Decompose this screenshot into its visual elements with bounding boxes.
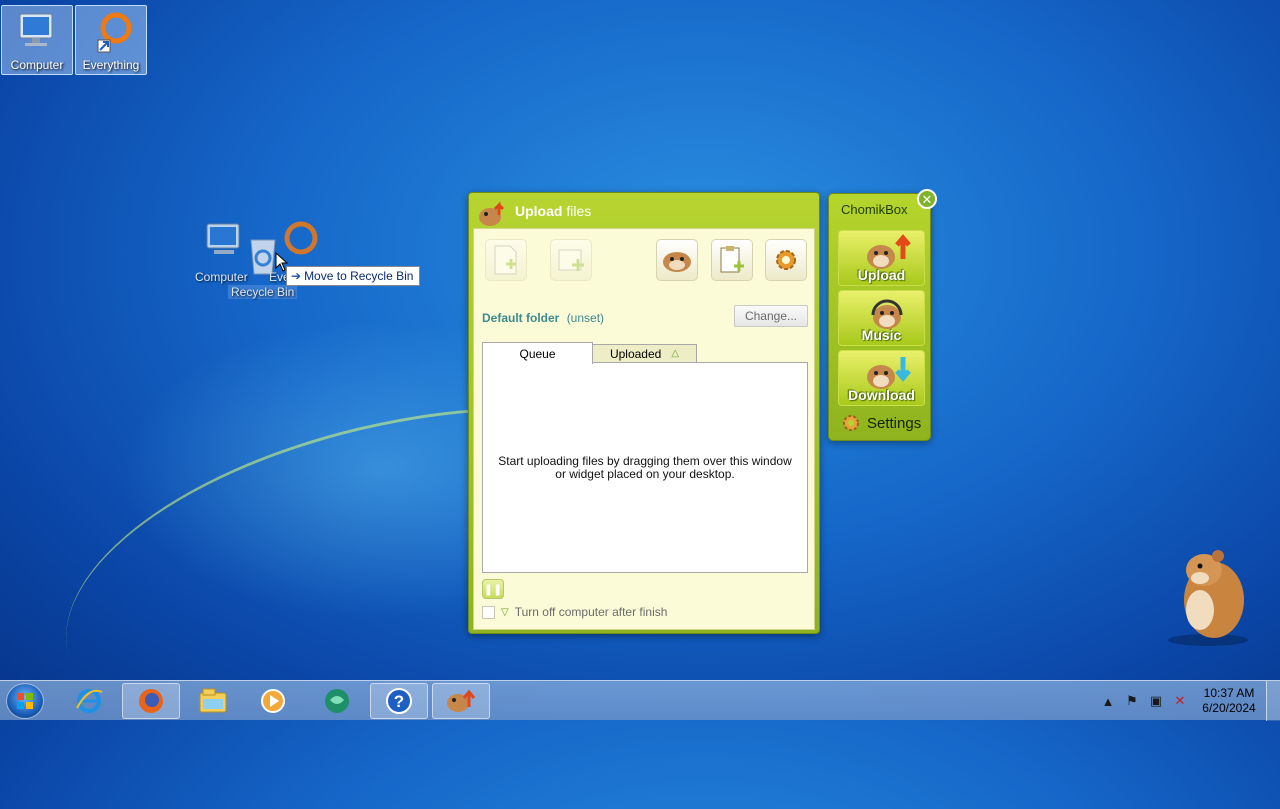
paste-button[interactable] — [711, 239, 753, 281]
hamster-upload-icon — [479, 201, 505, 226]
drag-tooltip: ➔ Move to Recycle Bin — [286, 266, 421, 286]
hamster-desktop-widget[interactable] — [1160, 540, 1256, 650]
tab-queue-label: Queue — [519, 346, 556, 361]
window-title: Upload files — [515, 203, 591, 219]
widget-upload-button[interactable]: Upload — [838, 230, 925, 286]
add-file-icon — [494, 245, 517, 275]
widget-download-button[interactable]: Download — [838, 350, 925, 406]
internet-explorer-icon — [76, 689, 103, 713]
chomik-button[interactable] — [656, 239, 698, 281]
desktop-icon-label: Everything — [82, 58, 140, 72]
shutdown-option[interactable]: ▽ Turn off computer after finish — [482, 605, 667, 619]
system-tray: ▲ ⚑ ▣ ✕ 10:37 AM 6/20/2024 — [1096, 681, 1280, 721]
arrow-right-icon: ➔ — [291, 269, 302, 283]
taskbar-firefox[interactable] — [122, 683, 180, 719]
add-folder-button[interactable] — [550, 239, 592, 281]
gear-icon — [776, 250, 796, 270]
chat-app-icon — [325, 689, 349, 713]
add-folder-icon — [558, 249, 584, 271]
taskbar-media-player[interactable] — [244, 683, 302, 719]
default-folder: Default folder (unset) — [482, 311, 604, 325]
file-explorer-icon — [199, 688, 227, 713]
upload-body: Default folder (unset) Change... Queue U… — [473, 228, 815, 630]
settings-button[interactable] — [765, 239, 807, 281]
computer-icon — [206, 223, 240, 254]
firefox-icon — [139, 689, 163, 713]
default-folder-label: Default folder — [482, 311, 560, 325]
taskbar-chat-app[interactable] — [308, 683, 366, 719]
shutdown-checkbox[interactable] — [482, 605, 495, 619]
upload-window[interactable]: Upload files Default folder (unset) Chan… — [468, 192, 820, 634]
tab-queue[interactable]: Queue — [482, 342, 593, 364]
close-icon[interactable]: ✕ — [917, 189, 937, 209]
widget-music-button[interactable]: Music — [838, 290, 925, 346]
clock-date: 6/20/2024 — [1202, 701, 1256, 715]
network-icon[interactable]: ▣ — [1144, 693, 1168, 709]
drag-ghost: Computer Eve Recycle Bin — [195, 218, 335, 302]
desktop-icon-computer[interactable]: Computer — [1, 5, 73, 75]
svg-text:?: ? — [394, 692, 404, 711]
media-player-icon — [261, 689, 285, 713]
add-files-button[interactable] — [485, 239, 527, 281]
widget-download-label: Download — [848, 387, 915, 403]
widget-title: ChomikBox — [841, 202, 908, 217]
everything-search-icon — [97, 12, 132, 53]
taskbar-chomikbox[interactable] — [432, 683, 490, 719]
clipboard-add-icon — [720, 246, 744, 273]
taskbar: ? ▲ ⚑ ▣ ✕ 10:37 AM 6/20/2024 — [0, 680, 1280, 721]
default-folder-value: (unset) — [566, 311, 605, 325]
pause-button[interactable]: ❚❚ — [482, 579, 504, 599]
change-folder-button[interactable]: Change... — [734, 305, 808, 327]
chomikbox-widget[interactable]: ChomikBox ✕ Upload Music Download Settin… — [828, 189, 937, 441]
chomikbox-icon — [447, 689, 476, 712]
hamster-icon — [663, 252, 691, 272]
desktop-icon-everything[interactable]: Everything — [75, 5, 147, 75]
volume-muted-icon[interactable]: ✕ — [1168, 693, 1192, 709]
help-icon: ? — [386, 688, 412, 714]
desktop-icon-label: Computer — [10, 58, 64, 72]
ghost-label-computer: Computer — [195, 270, 248, 284]
drag-tooltip-text: Move to Recycle Bin — [304, 269, 414, 283]
action-center-flag-icon[interactable]: ⚑ — [1120, 693, 1144, 709]
taskbar-internet-explorer[interactable] — [60, 683, 118, 719]
triangle-down-icon: ▽ — [501, 606, 509, 618]
queue-empty-message: Start uploading files by dragging them o… — [498, 454, 792, 481]
clock-time: 10:37 AM — [1203, 686, 1255, 700]
window-title-rest: files — [562, 203, 592, 219]
ghost-label-recycle-bin: Recycle Bin — [228, 285, 298, 299]
start-button[interactable] — [6, 683, 44, 719]
widget-settings-button[interactable]: Settings — [841, 413, 921, 433]
widget-music-label: Music — [861, 327, 902, 343]
window-title-bold: Upload — [515, 203, 563, 219]
triangle-up-icon: △ — [671, 348, 680, 359]
taskbar-help[interactable]: ? — [370, 683, 428, 719]
pause-icon: ❚❚ — [483, 583, 503, 596]
show-hidden-icons-icon[interactable]: ▲ — [1096, 694, 1120, 709]
queue-panel[interactable]: Start uploading files by dragging them o… — [482, 362, 808, 573]
gear-icon — [843, 415, 859, 431]
clock[interactable]: 10:37 AM 6/20/2024 — [1192, 686, 1266, 716]
computer-icon — [19, 13, 53, 46]
taskbar-file-explorer[interactable] — [184, 683, 242, 719]
tab-uploaded[interactable]: Uploaded △ — [592, 344, 697, 363]
show-desktop-button[interactable] — [1266, 681, 1280, 721]
tab-uploaded-label: Uploaded — [609, 346, 662, 361]
shutdown-label: Turn off computer after finish — [514, 605, 668, 619]
windows-logo-icon — [17, 693, 33, 709]
widget-settings-label: Settings — [867, 414, 922, 432]
widget-upload-label: Upload — [857, 267, 906, 283]
